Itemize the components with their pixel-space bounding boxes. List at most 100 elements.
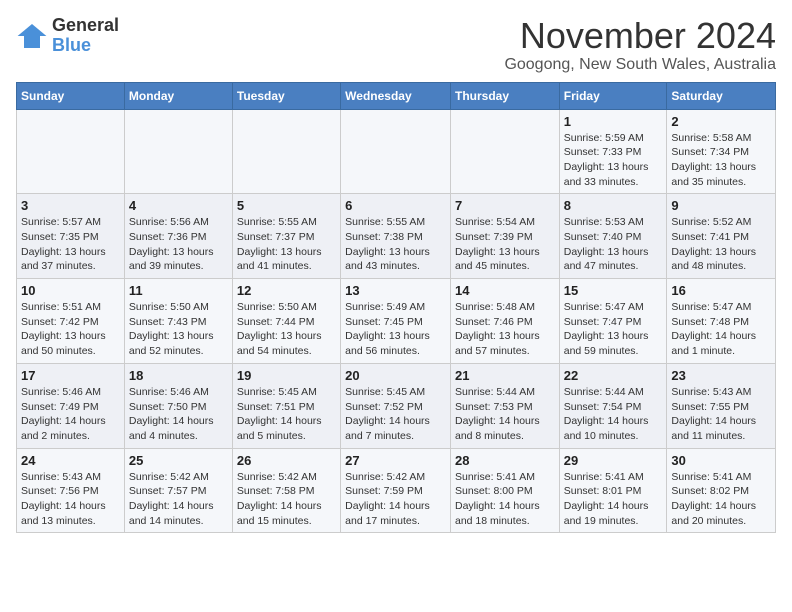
calendar-cell: 6Sunrise: 5:55 AMSunset: 7:38 PMDaylight… (341, 194, 451, 279)
calendar-cell: 8Sunrise: 5:53 AMSunset: 7:40 PMDaylight… (559, 194, 667, 279)
logo-text: General Blue (52, 16, 119, 56)
day-info: Sunrise: 5:51 AMSunset: 7:42 PMDaylight:… (21, 300, 120, 359)
calendar-cell: 7 Sunrise: 5:54 AMSunset: 7:39 PMDaylight… (450, 194, 559, 279)
calendar-cell: 25 Sunrise: 5:42 AMSunset: 7:57 PMDayligh… (124, 448, 232, 533)
day-number: 12 (237, 283, 336, 298)
day-number: 21 (455, 368, 555, 383)
day-info: Sunrise: 5:49 AMSunset: 7:45 PMDaylight:… (345, 300, 446, 359)
day-number: 24 (21, 453, 120, 468)
day-info: Sunrise: 5:45 AMSunset: 7:52 PMDaylight:… (345, 385, 446, 444)
column-header-sunday: Sunday (17, 82, 125, 109)
calendar-cell: 15 Sunrise: 5:47 AMSunset: 7:47 PMDayligh… (559, 279, 667, 364)
location: Googong, New South Wales, Australia (504, 56, 776, 74)
column-header-tuesday: Tuesday (232, 82, 340, 109)
day-info: Sunrise: 5:55 AMSunset: 7:37 PMDaylight:… (237, 215, 336, 274)
day-info: Sunrise: 5:46 AMSunset: 7:50 PMDaylight:… (129, 385, 228, 444)
month-title: November 2024 (504, 16, 776, 56)
day-number: 16 (671, 283, 771, 298)
calendar-cell: 23 Sunrise: 5:43 AMSunset: 7:55 PMDayligh… (667, 363, 776, 448)
page-header: General Blue November 2024 Googong, New … (16, 16, 776, 74)
calendar-cell: 3 Sunrise: 5:57 AMSunset: 7:35 PMDaylight… (17, 194, 125, 279)
calendar-cell: 21Sunrise: 5:44 AMSunset: 7:53 PMDayligh… (450, 363, 559, 448)
column-header-friday: Friday (559, 82, 667, 109)
day-number: 20 (345, 368, 446, 383)
day-info: Sunrise: 5:43 AMSunset: 7:55 PMDaylight:… (671, 385, 771, 444)
day-number: 25 (129, 453, 228, 468)
day-info: Sunrise: 5:42 AMSunset: 7:57 PMDaylight:… (129, 470, 228, 529)
day-info: Sunrise: 5:52 AMSunset: 7:41 PMDaylight:… (671, 215, 771, 274)
day-number: 15 (564, 283, 663, 298)
day-number: 5 (237, 198, 336, 213)
day-number: 27 (345, 453, 446, 468)
day-number: 2 (671, 114, 771, 129)
calendar-cell: 28Sunrise: 5:41 AMSunset: 8:00 PMDayligh… (450, 448, 559, 533)
day-number: 14 (455, 283, 555, 298)
title-section: November 2024 Googong, New South Wales, … (504, 16, 776, 74)
calendar-table: SundayMondayTuesdayWednesdayThursdayFrid… (16, 82, 776, 534)
column-header-saturday: Saturday (667, 82, 776, 109)
day-info: Sunrise: 5:50 AMSunset: 7:43 PMDaylight:… (129, 300, 228, 359)
day-number: 3 (21, 198, 120, 213)
calendar-cell: 22 Sunrise: 5:44 AMSunset: 7:54 PMDayligh… (559, 363, 667, 448)
day-info: Sunrise: 5:50 AMSunset: 7:44 PMDaylight:… (237, 300, 336, 359)
day-number: 11 (129, 283, 228, 298)
day-info: Sunrise: 5:46 AMSunset: 7:49 PMDaylight:… (21, 385, 120, 444)
day-info: Sunrise: 5:55 AMSunset: 7:38 PMDaylight:… (345, 215, 446, 274)
calendar-cell (450, 109, 559, 194)
calendar-cell: 17 Sunrise: 5:46 AMSunset: 7:49 PMDayligh… (17, 363, 125, 448)
calendar-cell: 14 Sunrise: 5:48 AMSunset: 7:46 PMDayligh… (450, 279, 559, 364)
calendar-cell: 5 Sunrise: 5:55 AMSunset: 7:37 PMDaylight… (232, 194, 340, 279)
calendar-cell: 4Sunrise: 5:56 AMSunset: 7:36 PMDaylight… (124, 194, 232, 279)
day-number: 30 (671, 453, 771, 468)
calendar-cell: 27Sunrise: 5:42 AMSunset: 7:59 PMDayligh… (341, 448, 451, 533)
day-number: 18 (129, 368, 228, 383)
calendar-cell: 26 Sunrise: 5:42 AMSunset: 7:58 PMDayligh… (232, 448, 340, 533)
calendar-cell: 20 Sunrise: 5:45 AMSunset: 7:52 PMDayligh… (341, 363, 451, 448)
day-number: 28 (455, 453, 555, 468)
calendar-cell: 30 Sunrise: 5:41 AMSunset: 8:02 PMDayligh… (667, 448, 776, 533)
calendar-week-row: 1 Sunrise: 5:59 AMSunset: 7:33 PMDaylight… (17, 109, 776, 194)
calendar-cell: 9Sunrise: 5:52 AMSunset: 7:41 PMDaylight… (667, 194, 776, 279)
day-info: Sunrise: 5:47 AMSunset: 7:48 PMDaylight:… (671, 300, 771, 359)
day-info: Sunrise: 5:48 AMSunset: 7:46 PMDaylight:… (455, 300, 555, 359)
calendar-cell: 18 Sunrise: 5:46 AMSunset: 7:50 PMDayligh… (124, 363, 232, 448)
column-header-wednesday: Wednesday (341, 82, 451, 109)
column-header-monday: Monday (124, 82, 232, 109)
calendar-cell (341, 109, 451, 194)
calendar-cell: 1 Sunrise: 5:59 AMSunset: 7:33 PMDaylight… (559, 109, 667, 194)
calendar-cell: 29 Sunrise: 5:41 AMSunset: 8:01 PMDayligh… (559, 448, 667, 533)
calendar-week-row: 10 Sunrise: 5:51 AMSunset: 7:42 PMDayligh… (17, 279, 776, 364)
calendar-cell: 2 Sunrise: 5:58 AMSunset: 7:34 PMDaylight… (667, 109, 776, 194)
day-info: Sunrise: 5:45 AMSunset: 7:51 PMDaylight:… (237, 385, 336, 444)
column-header-thursday: Thursday (450, 82, 559, 109)
day-number: 29 (564, 453, 663, 468)
day-info: Sunrise: 5:59 AMSunset: 7:33 PMDaylight:… (564, 131, 663, 190)
day-number: 10 (21, 283, 120, 298)
day-info: Sunrise: 5:44 AMSunset: 7:54 PMDaylight:… (564, 385, 663, 444)
logo-icon (16, 20, 48, 52)
day-info: Sunrise: 5:47 AMSunset: 7:47 PMDaylight:… (564, 300, 663, 359)
day-info: Sunrise: 5:41 AMSunset: 8:02 PMDaylight:… (671, 470, 771, 529)
calendar-cell: 10 Sunrise: 5:51 AMSunset: 7:42 PMDayligh… (17, 279, 125, 364)
day-info: Sunrise: 5:54 AMSunset: 7:39 PMDaylight:… (455, 215, 555, 274)
day-info: Sunrise: 5:43 AMSunset: 7:56 PMDaylight:… (21, 470, 120, 529)
calendar-cell: 12 Sunrise: 5:50 AMSunset: 7:44 PMDayligh… (232, 279, 340, 364)
calendar-cell: 11 Sunrise: 5:50 AMSunset: 7:43 PMDayligh… (124, 279, 232, 364)
day-info: Sunrise: 5:58 AMSunset: 7:34 PMDaylight:… (671, 131, 771, 190)
day-number: 19 (237, 368, 336, 383)
day-info: Sunrise: 5:42 AMSunset: 7:58 PMDaylight:… (237, 470, 336, 529)
calendar-header-row: SundayMondayTuesdayWednesdayThursdayFrid… (17, 82, 776, 109)
calendar-cell: 13Sunrise: 5:49 AMSunset: 7:45 PMDayligh… (341, 279, 451, 364)
day-number: 26 (237, 453, 336, 468)
day-info: Sunrise: 5:41 AMSunset: 8:01 PMDaylight:… (564, 470, 663, 529)
day-number: 23 (671, 368, 771, 383)
day-number: 17 (21, 368, 120, 383)
day-number: 22 (564, 368, 663, 383)
day-number: 7 (455, 198, 555, 213)
day-number: 4 (129, 198, 228, 213)
day-info: Sunrise: 5:57 AMSunset: 7:35 PMDaylight:… (21, 215, 120, 274)
calendar-cell (232, 109, 340, 194)
day-number: 1 (564, 114, 663, 129)
calendar-cell: 24 Sunrise: 5:43 AMSunset: 7:56 PMDayligh… (17, 448, 125, 533)
calendar-cell: 16 Sunrise: 5:47 AMSunset: 7:48 PMDayligh… (667, 279, 776, 364)
